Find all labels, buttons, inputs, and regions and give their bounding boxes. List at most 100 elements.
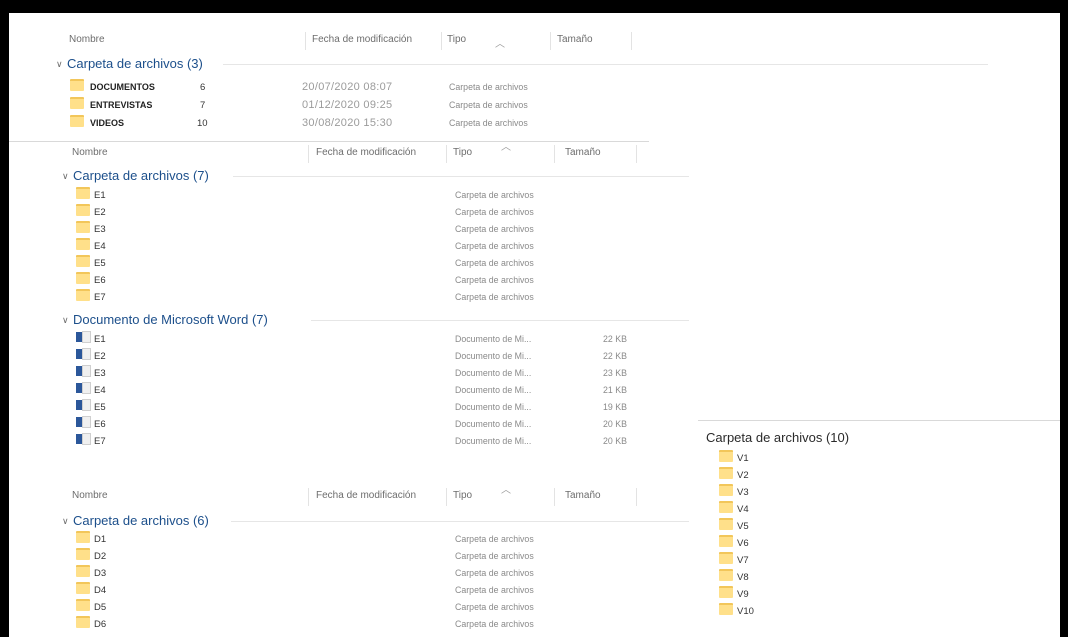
item-date: 20/07/2020 08:07 xyxy=(302,81,393,93)
list-item[interactable]: DOCUMENTOS 6 20/07/2020 08:07 Carpeta de… xyxy=(9,79,649,96)
column-header-type[interactable]: Tipo xyxy=(453,485,472,507)
group-header-folders[interactable]: Carpeta de archivos (10) xyxy=(706,430,849,446)
folder-icon xyxy=(76,582,90,594)
list-item[interactable]: E3 Carpeta de archivos xyxy=(9,221,649,238)
column-header-type[interactable]: Tipo xyxy=(447,29,466,51)
folder-icon xyxy=(719,535,733,547)
list-item[interactable]: V7 xyxy=(709,552,829,569)
list-item[interactable]: V10 xyxy=(709,603,829,620)
item-size: 20 KB xyxy=(603,419,627,429)
list-item[interactable]: V9 xyxy=(709,586,829,603)
column-header-name[interactable]: Nombre xyxy=(72,142,108,164)
item-name: V2 xyxy=(737,470,749,481)
word-document-icon xyxy=(76,348,91,360)
list-item[interactable]: V3 xyxy=(709,484,829,501)
item-count: 6 xyxy=(200,82,206,93)
list-item[interactable]: E7 Documento de Mi... 20 KB xyxy=(9,433,649,450)
group-header-folders[interactable]: ∨ Carpeta de archivos (7) xyxy=(62,168,209,185)
item-count: 7 xyxy=(200,100,206,111)
list-item[interactable]: V1 xyxy=(709,450,829,467)
list-item[interactable]: E4 Carpeta de archivos xyxy=(9,238,649,255)
item-name: V5 xyxy=(737,521,749,532)
column-divider[interactable] xyxy=(305,32,306,50)
column-header-name[interactable]: Nombre xyxy=(69,29,105,51)
column-header-type[interactable]: Tipo xyxy=(453,142,472,164)
item-name: V9 xyxy=(737,589,749,600)
list-item[interactable]: V5 xyxy=(709,518,829,535)
column-header-name[interactable]: Nombre xyxy=(72,485,108,507)
column-divider[interactable] xyxy=(446,145,447,163)
list-item[interactable]: D1 Carpeta de archivos xyxy=(9,531,649,548)
list-item[interactable]: E5 Carpeta de archivos xyxy=(9,255,649,272)
list-item[interactable]: E2 Documento de Mi... 22 KB xyxy=(9,348,649,365)
column-divider[interactable] xyxy=(441,32,442,50)
group-header-word-docs[interactable]: ∨ Documento de Microsoft Word (7) xyxy=(62,312,268,329)
item-type: Carpeta de archivos xyxy=(449,118,528,128)
column-divider[interactable] xyxy=(554,145,555,163)
list-item[interactable]: E3 Documento de Mi... 23 KB xyxy=(9,365,649,382)
column-divider[interactable] xyxy=(308,145,309,163)
item-name: E4 xyxy=(94,241,106,252)
folder-icon xyxy=(70,115,84,127)
file-explorer-collage: Nombre Fecha de modificación Tipo ︿ Tama… xyxy=(9,13,1060,637)
chevron-down-icon[interactable]: ∨ xyxy=(62,168,73,184)
folder-icon xyxy=(719,569,733,581)
item-name: E4 xyxy=(94,385,106,396)
column-divider[interactable] xyxy=(636,488,637,506)
folder-icon xyxy=(76,548,90,560)
list-item[interactable]: E1 Carpeta de archivos xyxy=(9,187,649,204)
list-item[interactable]: E2 Carpeta de archivos xyxy=(9,204,649,221)
column-divider[interactable] xyxy=(550,32,551,50)
item-name: E6 xyxy=(94,275,106,286)
folder-icon xyxy=(76,599,90,611)
item-name: E6 xyxy=(94,419,106,430)
list-item[interactable]: E5 Documento de Mi... 19 KB xyxy=(9,399,649,416)
list-item[interactable]: E4 Documento de Mi... 21 KB xyxy=(9,382,649,399)
column-header-size[interactable]: Tamaño xyxy=(565,142,601,164)
folder-icon xyxy=(76,289,90,301)
chevron-down-icon[interactable]: ∨ xyxy=(62,513,73,529)
item-type: Carpeta de archivos xyxy=(455,292,534,302)
item-name: E1 xyxy=(94,190,106,201)
list-item[interactable]: D6 Carpeta de archivos xyxy=(9,616,649,633)
column-divider[interactable] xyxy=(636,145,637,163)
list-item[interactable]: D3 Carpeta de archivos xyxy=(9,565,649,582)
item-type: Carpeta de archivos xyxy=(449,82,528,92)
group-header-folders[interactable]: ∨ Carpeta de archivos (6) xyxy=(62,513,209,530)
column-divider[interactable] xyxy=(446,488,447,506)
column-header-size[interactable]: Tamaño xyxy=(565,485,601,507)
chevron-down-icon[interactable]: ∨ xyxy=(56,56,67,72)
column-divider[interactable] xyxy=(554,488,555,506)
group-header-label: Carpeta de archivos (3) xyxy=(67,56,203,71)
column-header-size[interactable]: Tamaño xyxy=(557,29,593,51)
item-date: 01/12/2020 09:25 xyxy=(302,99,393,111)
list-item[interactable]: V2 xyxy=(709,467,829,484)
list-item[interactable]: E1 Documento de Mi... 22 KB xyxy=(9,331,649,348)
group-header-label: Carpeta de archivos (7) xyxy=(73,168,209,183)
folder-icon xyxy=(719,552,733,564)
list-item[interactable]: D4 Carpeta de archivos xyxy=(9,582,649,599)
folder-icon xyxy=(719,586,733,598)
column-header-date[interactable]: Fecha de modificación xyxy=(316,142,416,164)
list-item[interactable]: E6 Carpeta de archivos xyxy=(9,272,649,289)
list-item[interactable]: D2 Carpeta de archivos xyxy=(9,548,649,565)
item-name: V7 xyxy=(737,555,749,566)
column-header-date[interactable]: Fecha de modificación xyxy=(316,485,416,507)
item-name: E7 xyxy=(94,292,106,303)
list-item[interactable]: ENTREVISTAS 7 01/12/2020 09:25 Carpeta d… xyxy=(9,97,649,114)
column-divider[interactable] xyxy=(308,488,309,506)
folder-icon xyxy=(76,221,90,233)
group-header-folders[interactable]: ∨ Carpeta de archivos (3) xyxy=(56,56,203,73)
chevron-down-icon[interactable]: ∨ xyxy=(62,312,73,328)
column-divider[interactable] xyxy=(631,32,632,50)
folder-icon xyxy=(70,79,84,91)
list-item[interactable]: E6 Documento de Mi... 20 KB xyxy=(9,416,649,433)
list-item[interactable]: D5 Carpeta de archivos xyxy=(9,599,649,616)
item-type: Carpeta de archivos xyxy=(455,224,534,234)
list-item[interactable]: V6 xyxy=(709,535,829,552)
list-item[interactable]: V4 xyxy=(709,501,829,518)
list-item[interactable]: E7 Carpeta de archivos xyxy=(9,289,649,306)
list-item[interactable]: V8 xyxy=(709,569,829,586)
list-item[interactable]: VIDEOS 10 30/08/2020 15:30 Carpeta de ar… xyxy=(9,115,649,132)
column-header-date[interactable]: Fecha de modificación xyxy=(312,29,412,51)
